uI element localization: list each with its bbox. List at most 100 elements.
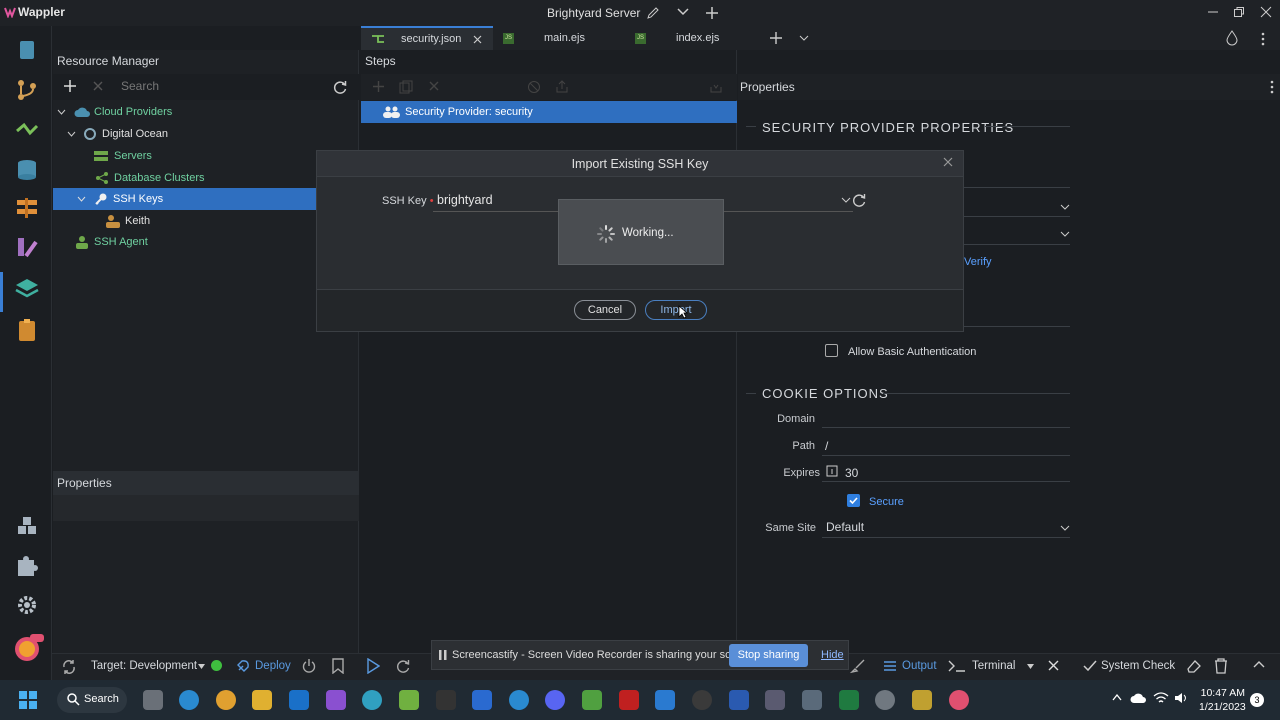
tab-security-json[interactable]: security.json	[361, 26, 493, 50]
terminal-button[interactable]: Terminal	[972, 660, 1015, 672]
more-options-icon[interactable]	[1261, 32, 1265, 46]
path-input[interactable]: /	[825, 439, 828, 453]
deploy-button[interactable]: Deploy	[255, 660, 291, 672]
add-step-icon[interactable]	[373, 81, 384, 92]
export-icon[interactable]	[555, 80, 569, 94]
tree-item-servers[interactable]: Servers	[53, 145, 359, 167]
minimize-icon[interactable]	[1207, 6, 1219, 18]
messenger-icon[interactable]	[472, 690, 492, 710]
clock-date[interactable]: 1/21/2023	[1199, 701, 1246, 713]
cancel-button[interactable]: Cancel	[574, 300, 636, 320]
calendar-info-icon[interactable]	[826, 465, 838, 477]
notepad-plus-icon[interactable]	[582, 690, 602, 710]
output-button[interactable]: Output	[902, 660, 937, 672]
resources-layers-icon[interactable]	[14, 276, 40, 302]
add-icon[interactable]	[64, 80, 76, 92]
docker-icon[interactable]	[509, 690, 529, 710]
settings-gear-icon[interactable]	[14, 592, 40, 618]
outlook-icon[interactable]	[289, 690, 309, 710]
twitch-icon[interactable]	[326, 690, 346, 710]
hide-link[interactable]: Hide	[821, 649, 844, 661]
edge-browser-icon[interactable]	[179, 690, 199, 710]
refresh-icon[interactable]	[851, 192, 867, 208]
calculator-icon[interactable]	[802, 690, 822, 710]
filezilla-icon[interactable]	[619, 690, 639, 710]
git-icon[interactable]	[14, 77, 40, 103]
tree-item-digital-ocean[interactable]: Digital Ocean	[53, 123, 359, 145]
power-icon[interactable]	[302, 658, 316, 674]
verify-link[interactable]: Verify	[964, 256, 992, 268]
excel-icon[interactable]	[839, 690, 859, 710]
app-c-icon[interactable]	[362, 690, 382, 710]
panel-menu-icon[interactable]	[1270, 80, 1274, 94]
edit-pencil-icon[interactable]	[646, 6, 660, 20]
trash-icon[interactable]	[1214, 658, 1228, 674]
discord-icon[interactable]	[545, 690, 565, 710]
chrome-browser-icon[interactable]	[216, 690, 236, 710]
file-explorer-icon[interactable]	[252, 690, 272, 710]
vscode-icon[interactable]	[655, 690, 675, 710]
brush-icon[interactable]	[850, 658, 866, 674]
windows-start-icon[interactable]	[19, 691, 37, 709]
search-input[interactable]: Search	[121, 79, 159, 93]
tree-item-database-clusters[interactable]: Database Clusters	[53, 167, 359, 189]
same-site-select[interactable]: Default	[826, 520, 864, 534]
account-pro-icon[interactable]	[14, 634, 44, 661]
word-icon[interactable]	[729, 690, 749, 710]
copy-icon[interactable]	[399, 80, 413, 94]
api-routes-icon[interactable]	[14, 195, 40, 221]
secure-checkbox[interactable]	[847, 494, 860, 507]
new-tab-icon[interactable]	[770, 32, 782, 44]
remove-icon[interactable]	[429, 81, 439, 91]
select-chevron-icon[interactable]	[1060, 525, 1070, 532]
workflow-icon[interactable]	[14, 117, 40, 143]
settings-app-icon[interactable]	[875, 690, 895, 710]
refresh-icon[interactable]	[332, 79, 348, 95]
components-icon[interactable]	[14, 514, 40, 540]
database-icon[interactable]	[14, 157, 40, 183]
onedrive-cloud-icon[interactable]	[1130, 692, 1146, 704]
theme-drop-icon[interactable]	[1226, 30, 1238, 46]
system-check-button[interactable]: System Check	[1101, 660, 1175, 672]
ssh-key-select[interactable]: brightyard	[437, 193, 493, 207]
tab-main-ejs[interactable]: JS main.ejs	[503, 26, 623, 50]
wappler-app-icon[interactable]	[949, 690, 969, 710]
extensions-puzzle-icon[interactable]	[14, 554, 40, 580]
notification-badge[interactable]: 3	[1250, 693, 1264, 707]
taskbar-search[interactable]: Search	[57, 687, 127, 713]
reload-icon[interactable]	[395, 658, 411, 674]
paint-app-icon[interactable]	[912, 690, 932, 710]
stop-sharing-button[interactable]: Stop sharing	[729, 644, 808, 667]
media-player-icon[interactable]	[692, 690, 712, 710]
eraser-icon[interactable]	[1186, 658, 1202, 674]
tray-chevron-up-icon[interactable]	[1112, 694, 1122, 701]
allow-basic-auth-checkbox[interactable]	[825, 344, 838, 357]
design-icon[interactable]	[14, 234, 40, 260]
files-icon[interactable]	[14, 38, 40, 64]
task-view-icon[interactable]	[143, 690, 163, 710]
bookmark-icon[interactable]	[332, 658, 344, 674]
close-dialog-icon[interactable]	[943, 157, 953, 167]
run-play-icon[interactable]	[366, 658, 380, 674]
select-chevron-icon[interactable]	[1060, 204, 1070, 211]
tasks-clipboard-icon[interactable]	[14, 317, 40, 343]
epic-games-icon[interactable]	[436, 690, 456, 710]
import-button[interactable]: Import	[645, 300, 707, 320]
bluestacks-icon[interactable]	[399, 690, 419, 710]
volume-icon[interactable]	[1174, 692, 1190, 704]
tree-item-ssh-keys[interactable]: SSH Keys	[53, 188, 316, 210]
add-icon[interactable]	[705, 6, 719, 20]
import-icon[interactable]	[709, 80, 723, 94]
delete-icon[interactable]	[93, 81, 103, 91]
screen-recorder-icon[interactable]	[765, 690, 785, 710]
restore-icon[interactable]	[1233, 6, 1245, 18]
tabs-dropdown-icon[interactable]	[799, 34, 809, 42]
close-panel-icon[interactable]	[1048, 660, 1059, 671]
step-security-provider[interactable]: Security Provider: security	[361, 101, 737, 123]
close-window-icon[interactable]	[1260, 6, 1272, 18]
dropdown-caret-icon[interactable]	[1027, 664, 1034, 669]
tree-item-cloud-providers[interactable]: Cloud Providers	[53, 101, 359, 123]
tree-item-ssh-agent[interactable]: SSH Agent	[53, 231, 359, 253]
close-tab-icon[interactable]	[473, 35, 482, 44]
wifi-icon[interactable]	[1153, 692, 1169, 704]
